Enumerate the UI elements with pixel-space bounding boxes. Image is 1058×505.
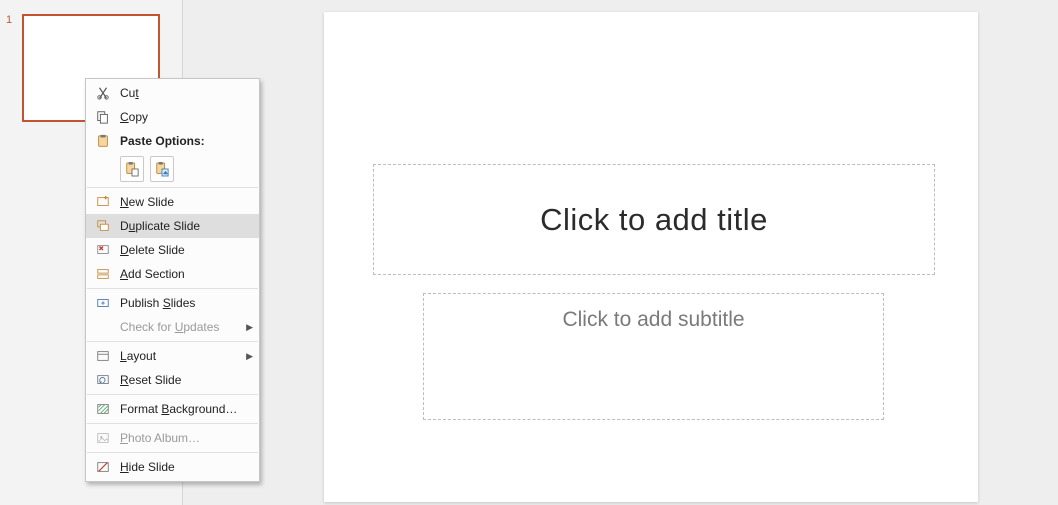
menu-item-delete-slide[interactable]: Delete Slide [86,238,259,262]
menu-label: Delete Slide [114,243,253,257]
menu-item-copy[interactable]: Copy [86,105,259,129]
menu-separator [87,288,258,289]
menu-separator [87,187,258,188]
menu-separator [87,423,258,424]
slide-context-menu: Cut Copy Paste Options: New Slide Duplic… [85,78,260,482]
submenu-arrow-icon: ▶ [243,322,253,333]
menu-item-reset-slide[interactable]: Reset Slide [86,368,259,392]
menu-item-hide-slide[interactable]: Hide Slide [86,455,259,479]
paste-picture-button[interactable] [150,156,174,182]
copy-icon [92,110,114,124]
slide-canvas[interactable]: Click to add title Click to add subtitle [324,12,978,502]
menu-label: Publish Slides [114,296,253,310]
menu-label: Add Section [114,267,253,281]
menu-label: Layout [114,349,243,363]
photo-album-icon [92,431,114,445]
menu-label: Copy [114,110,253,124]
menu-separator [87,394,258,395]
duplicate-slide-icon [92,219,114,233]
menu-item-duplicate-slide[interactable]: Duplicate Slide [86,214,259,238]
cut-icon [92,86,114,100]
add-section-icon [92,267,114,281]
menu-label: Hide Slide [114,460,253,474]
menu-item-cut[interactable]: Cut [86,81,259,105]
paste-icon [92,134,114,148]
menu-label: New Slide [114,195,253,209]
menu-label: Format Background… [114,402,253,416]
menu-item-publish-slides[interactable]: Publish Slides [86,291,259,315]
reset-slide-icon [92,373,114,387]
paste-options-row [86,153,259,185]
publish-slides-icon [92,296,114,310]
menu-item-add-section[interactable]: Add Section [86,262,259,286]
slide-number: 1 [6,14,12,26]
menu-label: Paste Options: [114,134,253,148]
menu-label: Photo Album… [114,431,253,445]
editor-canvas: Click to add title Click to add subtitle [183,0,1058,505]
menu-item-check-updates: Check for Updates ▶ [86,315,259,339]
menu-item-new-slide[interactable]: New Slide [86,190,259,214]
menu-item-format-background[interactable]: Format Background… [86,397,259,421]
menu-header-paste-options: Paste Options: [86,129,259,153]
hide-slide-icon [92,460,114,474]
format-background-icon [92,402,114,416]
paste-keep-source-button[interactable] [120,156,144,182]
title-placeholder[interactable]: Click to add title [373,164,935,275]
menu-label: Cut [114,86,253,100]
submenu-arrow-icon: ▶ [243,351,253,362]
menu-separator [87,452,258,453]
subtitle-placeholder[interactable]: Click to add subtitle [423,293,884,420]
menu-label: Reset Slide [114,373,253,387]
menu-separator [87,341,258,342]
menu-item-layout[interactable]: Layout ▶ [86,344,259,368]
new-slide-icon [92,195,114,209]
layout-icon [92,349,114,363]
menu-item-photo-album: Photo Album… [86,426,259,450]
menu-label: Duplicate Slide [114,219,253,233]
menu-label: Check for Updates [114,320,243,334]
delete-slide-icon [92,243,114,257]
